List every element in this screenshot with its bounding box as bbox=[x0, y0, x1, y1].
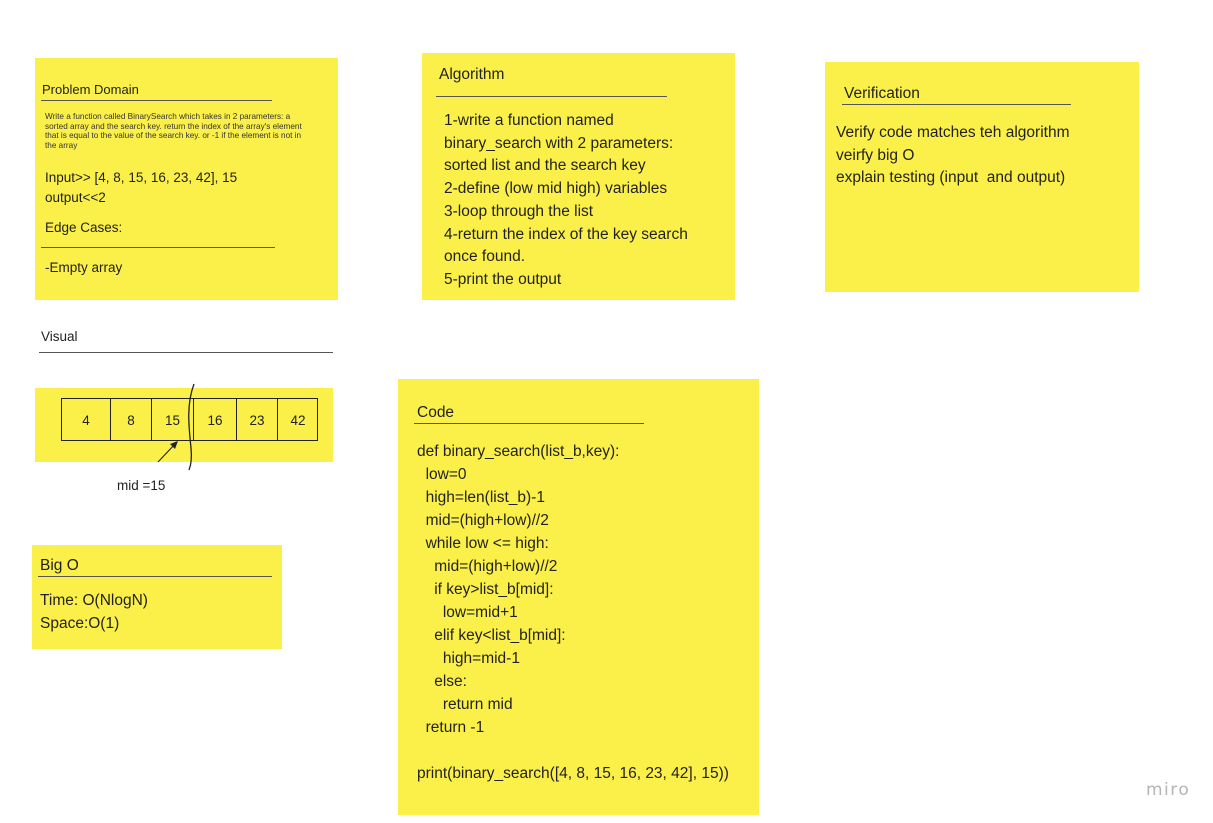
verification-note[interactable]: Verification Verify code matches teh alg… bbox=[825, 62, 1139, 292]
miro-watermark: miro bbox=[1146, 780, 1191, 800]
code-title-underline bbox=[414, 423, 644, 424]
big-o-note[interactable]: Big O Time: O(NlogN) Space:O(1) bbox=[32, 545, 282, 649]
code-source: def binary_search(list_b,key): low=0 hig… bbox=[417, 443, 729, 782]
big-o-text: Time: O(NlogN) Space:O(1) bbox=[40, 592, 148, 632]
verification-items: Verify code matches teh algorithm veirfy… bbox=[836, 124, 1070, 187]
problem-domain-title: Problem Domain bbox=[42, 82, 139, 97]
code-note[interactable]: Code def binary_search(list_b,key): low=… bbox=[398, 379, 759, 815]
array-cell: 16 bbox=[194, 399, 237, 441]
visual-title: Visual bbox=[41, 329, 78, 344]
big-o-title: Big O bbox=[40, 557, 79, 574]
edge-cases-title: Edge Cases: bbox=[45, 220, 123, 235]
algorithm-title: Algorithm bbox=[439, 66, 505, 83]
code-title: Code bbox=[417, 404, 455, 421]
problem-domain-input-output: Input>> [4, 8, 15, 16, 23, 42], 15 outpu… bbox=[45, 170, 238, 205]
sorted-array: 4 8 15 16 23 42 bbox=[61, 398, 318, 441]
array-cell: 8 bbox=[111, 399, 152, 441]
array-cell: 15 bbox=[152, 399, 194, 441]
edge-cases-text: -Empty array bbox=[45, 260, 123, 275]
array-cell: 23 bbox=[237, 399, 278, 441]
visual-title-underline bbox=[39, 352, 333, 353]
problem-domain-description: Write a function called BinarySearch whi… bbox=[45, 112, 302, 150]
problem-domain-note[interactable]: Problem Domain Write a function called B… bbox=[35, 58, 338, 300]
edge-cases-underline bbox=[41, 247, 275, 248]
problem-domain-title-underline bbox=[41, 100, 272, 101]
array-cell: 42 bbox=[290, 412, 306, 428]
verification-title: Verification bbox=[844, 85, 920, 102]
algorithm-title-underline bbox=[436, 96, 667, 97]
array-cell: 4 bbox=[62, 399, 111, 441]
verification-title-underline bbox=[842, 104, 1071, 105]
mid-label: mid =15 bbox=[117, 478, 166, 493]
algorithm-note[interactable]: Algorithm 1-write a function named binar… bbox=[422, 53, 735, 300]
algorithm-steps: 1-write a function named binary_search w… bbox=[444, 112, 688, 288]
big-o-title-underline bbox=[38, 576, 272, 577]
